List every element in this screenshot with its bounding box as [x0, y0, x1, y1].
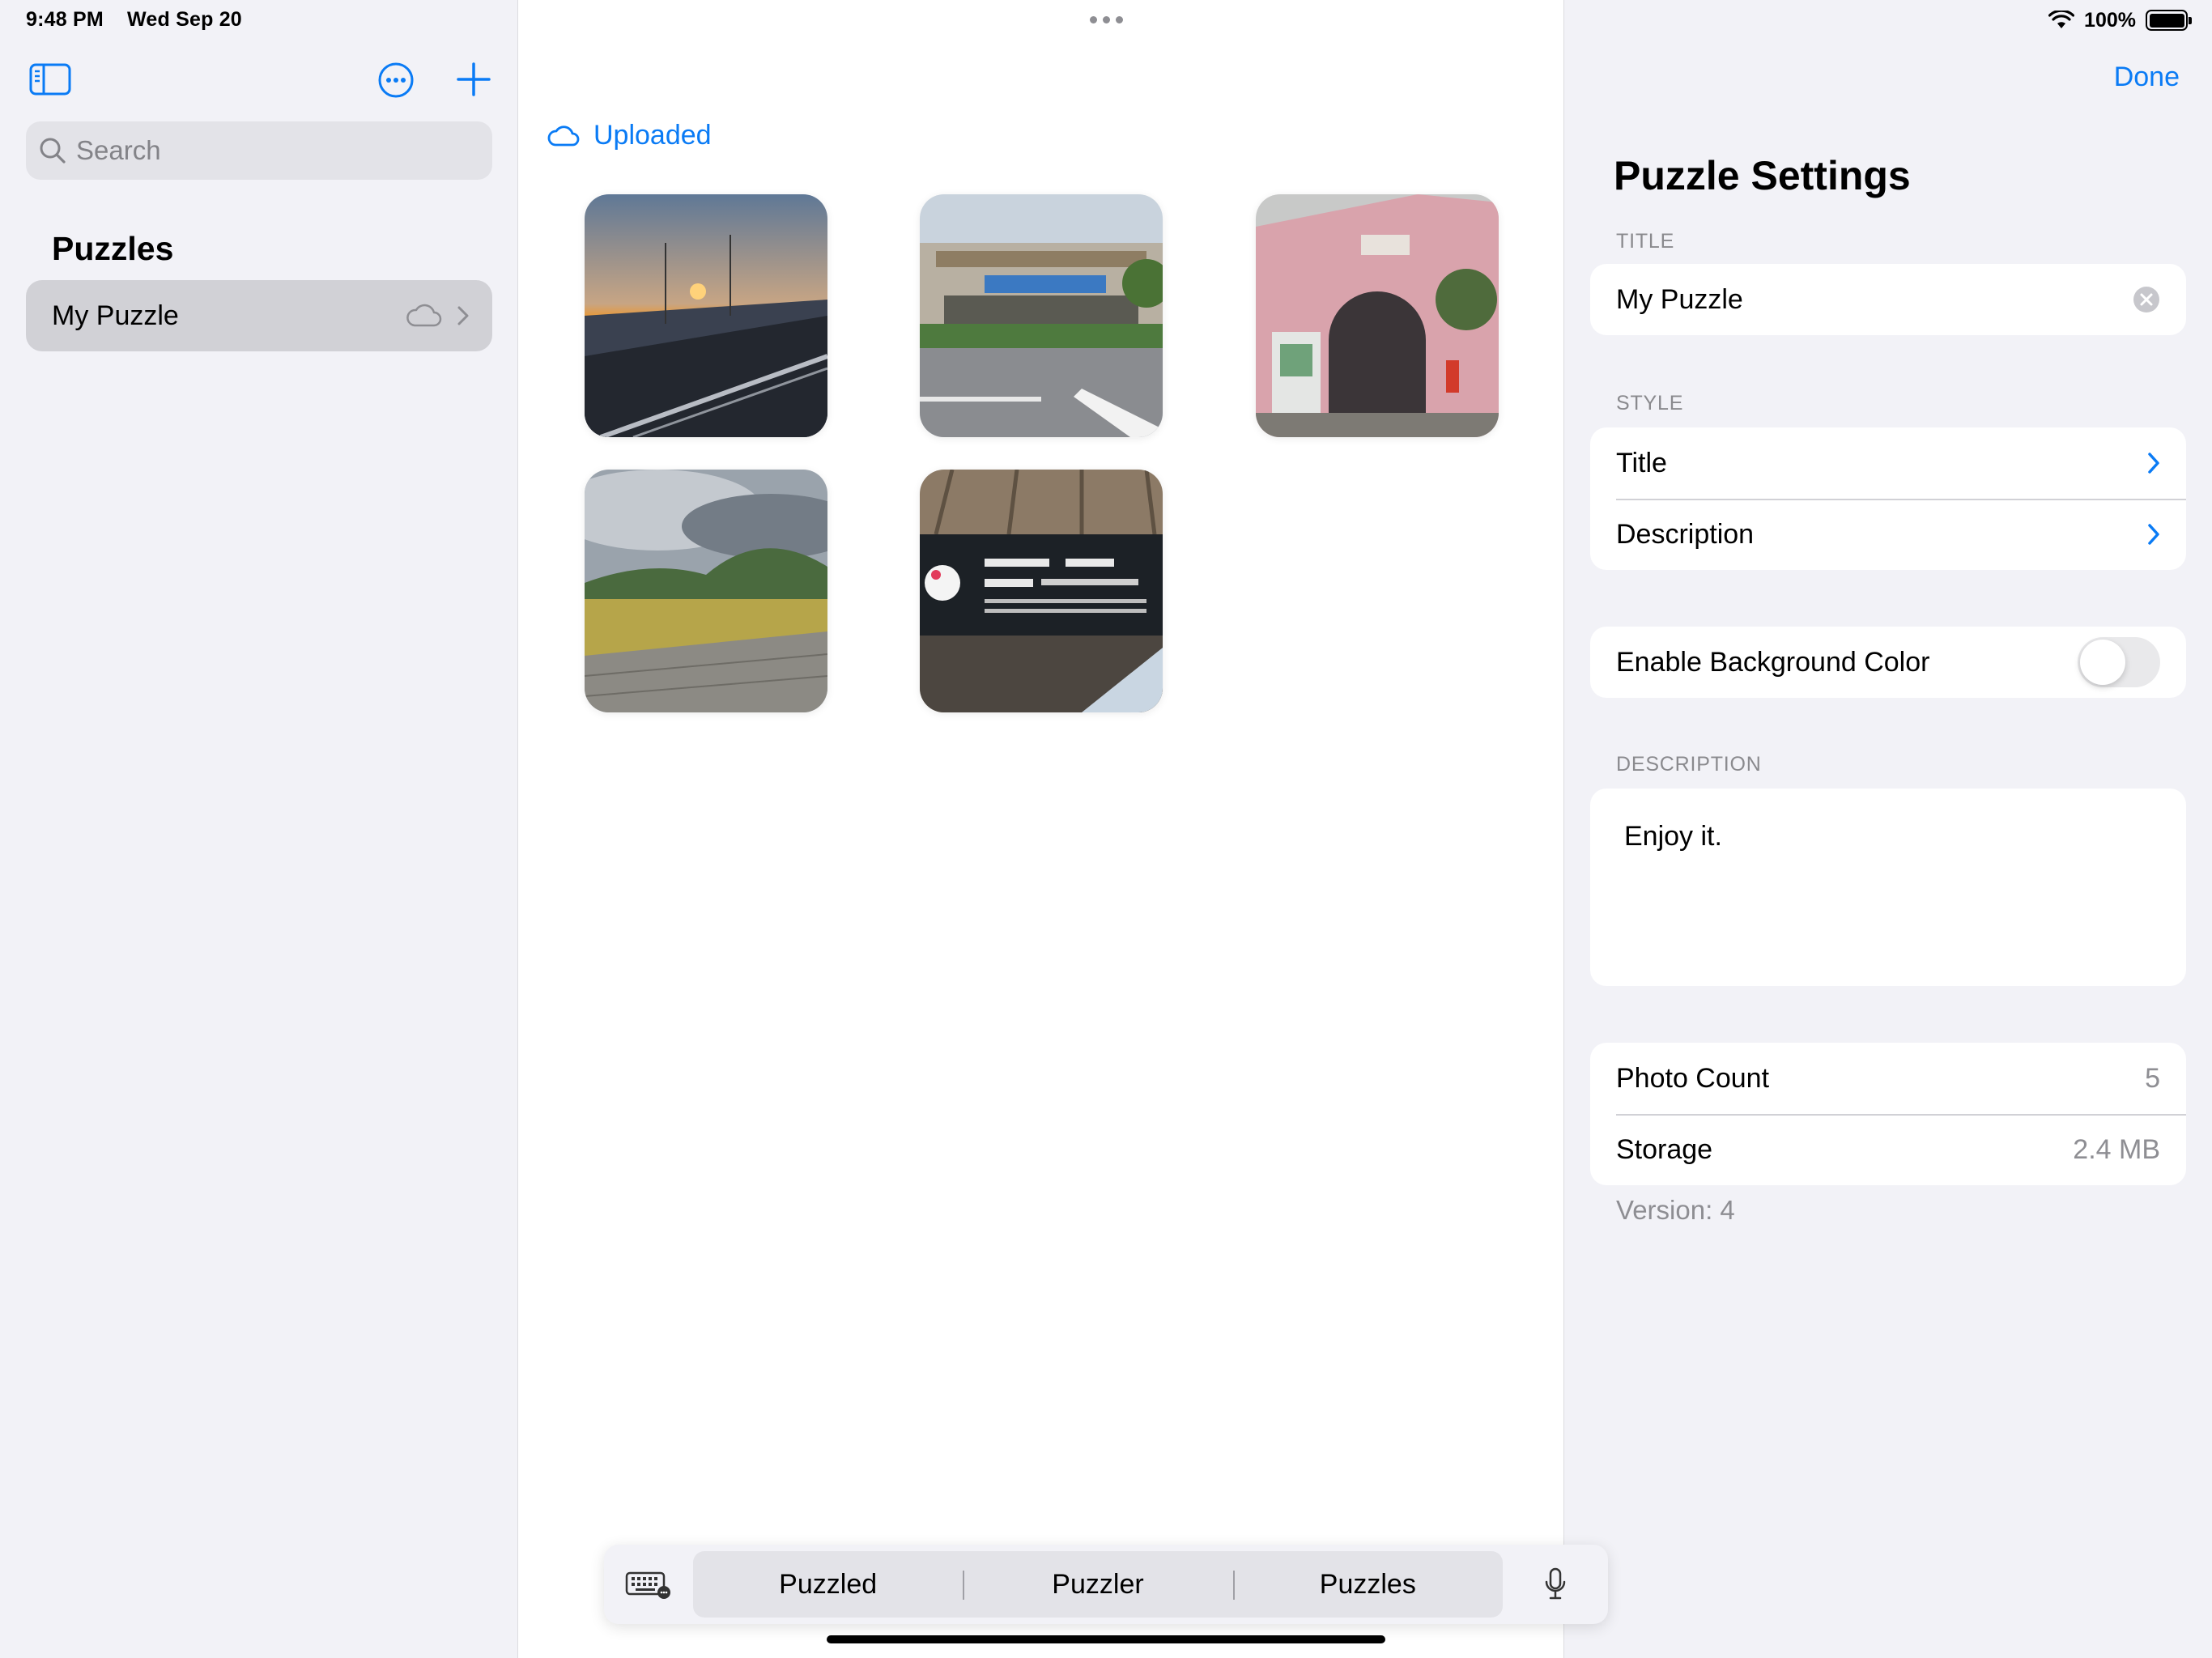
style-row-title[interactable]: Title — [1590, 427, 2186, 499]
section-label-title: TITLE — [1616, 230, 1675, 253]
app-window: Puzzles My Puzzle Uploaded — [0, 0, 2212, 1658]
battery-percent: 100% — [2084, 8, 2136, 32]
add-puzzle-icon[interactable] — [457, 62, 491, 101]
storage-value: 2.4 MB — [2073, 1133, 2160, 1165]
more-options-icon[interactable] — [377, 62, 415, 103]
info-row-photo-count: Photo Count 5 — [1590, 1043, 2186, 1114]
search-field[interactable] — [26, 121, 492, 180]
info-card: Photo Count 5 Storage 2.4 MB — [1590, 1043, 2186, 1185]
style-row-label: Title — [1616, 447, 1667, 478]
photo-count-value: 5 — [2145, 1062, 2160, 1094]
keyboard-shortcut-bar: Puzzled Puzzler Puzzles — [604, 1545, 1608, 1624]
title-input[interactable] — [1616, 283, 2133, 316]
sidebar: Puzzles My Puzzle — [0, 0, 518, 1658]
background-color-card: Enable Background Color — [1590, 627, 2186, 698]
status-time: 9:48 PM — [26, 8, 104, 31]
title-card — [1590, 264, 2186, 335]
style-row-description[interactable]: Description — [1590, 499, 2186, 570]
photo-sunset-bridge[interactable] — [585, 194, 827, 437]
search-icon — [40, 138, 66, 164]
multitasking-grabber[interactable] — [1090, 16, 1123, 23]
description-textarea[interactable]: Enjoy it. — [1590, 789, 2186, 986]
section-title-puzzles: Puzzles — [52, 230, 174, 267]
sidebar-item-label: My Puzzle — [52, 300, 179, 331]
prediction-item[interactable]: Puzzled — [693, 1569, 963, 1601]
cloud-icon — [547, 125, 580, 146]
description-card: Enjoy it. — [1590, 789, 2186, 986]
cloud-icon — [406, 304, 442, 327]
done-button[interactable]: Done — [2114, 62, 2180, 93]
prediction-item[interactable]: Puzzles — [1232, 1569, 1503, 1601]
upload-status-label: Uploaded — [593, 120, 712, 151]
chevron-right-icon — [2148, 524, 2159, 545]
style-card: Title Description — [1590, 427, 2186, 570]
keyboard-icon[interactable] — [604, 1570, 693, 1599]
wifi-icon — [2048, 11, 2075, 28]
section-label-style: STYLE — [1616, 392, 1684, 414]
prediction-item[interactable]: Puzzler — [963, 1569, 1232, 1601]
status-bar-left: 9:48 PM Wed Sep 20 — [26, 8, 260, 32]
status-date: Wed Sep 20 — [127, 8, 242, 31]
sidebar-item-my-puzzle[interactable]: My Puzzle — [26, 280, 492, 351]
style-row-label: Description — [1616, 518, 1755, 550]
prediction-bar: Puzzled Puzzler Puzzles — [693, 1551, 1503, 1618]
status-bar-right: 100% — [2048, 6, 2192, 34]
background-toggle-label: Enable Background Color — [1616, 646, 1930, 678]
home-indicator[interactable] — [827, 1635, 1385, 1643]
info-row-label: Photo Count — [1616, 1062, 1770, 1094]
photo-storefront[interactable] — [920, 194, 1163, 437]
version-label: Version: 4 — [1616, 1195, 1735, 1225]
info-row-storage: Storage 2.4 MB — [1590, 1114, 2186, 1185]
search-input[interactable] — [76, 135, 481, 166]
microphone-icon[interactable] — [1503, 1567, 1608, 1601]
sidebar-toggle-icon[interactable] — [29, 63, 71, 100]
chevron-right-icon — [2148, 453, 2159, 474]
info-row-label: Storage — [1616, 1133, 1713, 1165]
photo-rice-field[interactable] — [585, 470, 827, 712]
chevron-right-icon — [457, 306, 469, 325]
section-label-description: DESCRIPTION — [1616, 753, 1762, 776]
photo-station-sign[interactable] — [920, 470, 1163, 712]
title-row — [1590, 264, 2186, 335]
background-color-toggle[interactable] — [2078, 637, 2160, 687]
background-color-row: Enable Background Color — [1590, 627, 2186, 698]
photo-pink-station[interactable] — [1256, 194, 1499, 437]
clear-text-icon[interactable] — [2133, 286, 2160, 313]
upload-status[interactable]: Uploaded — [547, 120, 712, 151]
battery-icon — [2146, 10, 2192, 31]
page-title: Puzzle Settings — [1614, 153, 1911, 198]
